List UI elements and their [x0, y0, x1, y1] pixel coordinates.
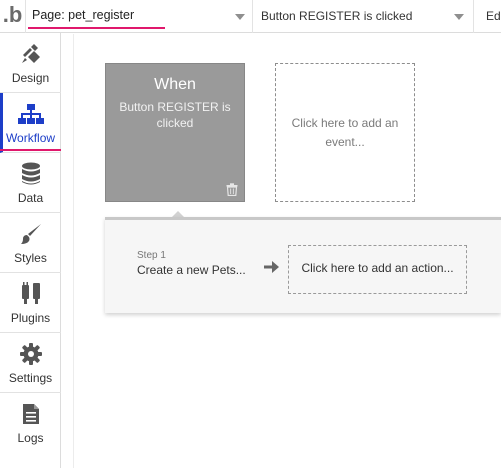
sidebar-item-label: Settings: [8, 371, 53, 385]
sidebar-item-settings[interactable]: Settings: [0, 333, 61, 393]
add-event-label: Click here to add an event...: [291, 116, 399, 149]
sidebar-item-design[interactable]: Design: [0, 33, 61, 93]
add-action-button[interactable]: Click here to add an action...: [288, 245, 467, 294]
event-card[interactable]: When Button REGISTER is clicked: [105, 63, 245, 202]
brush-icon: [0, 222, 61, 246]
sidebar-item-label: Styles: [14, 251, 47, 265]
gear-icon: [0, 342, 61, 366]
arrow-right-icon: [264, 260, 280, 274]
database-icon: [0, 162, 61, 186]
sidebar-item-label: Workflow: [5, 131, 56, 145]
sidebar-item-workflow[interactable]: Workflow: [0, 93, 61, 153]
event-selector[interactable]: Button REGISTER is clicked: [253, 0, 474, 33]
active-tab-underline: [0, 149, 61, 151]
page-selector[interactable]: Page: pet_register: [26, 0, 253, 33]
page-selector-underline: [28, 27, 165, 29]
sidebar-item-data[interactable]: Data: [0, 153, 61, 213]
plug-icon: [0, 282, 61, 306]
sidebar: Design Workflow Data Styles Plugins Sett…: [0, 33, 61, 468]
trash-icon[interactable]: [226, 183, 238, 197]
step-name: Create a new Pets...: [137, 263, 246, 277]
add-event-button[interactable]: Click here to add an event...: [275, 63, 415, 202]
chevron-down-icon: [235, 14, 245, 20]
edit-tab-label: Ed: [486, 9, 501, 23]
step-item[interactable]: Step 1 Create a new Pets...: [137, 250, 246, 277]
top-bar: .b Page: pet_register Button REGISTER is…: [0, 0, 501, 33]
sidebar-item-label: Data: [17, 191, 44, 205]
canvas-divider: [73, 34, 74, 468]
design-icon: [0, 42, 61, 66]
sidebar-item-label: Plugins: [10, 311, 51, 325]
event-card-title: When: [154, 76, 196, 93]
document-icon: [0, 402, 61, 426]
event-card-description: Button REGISTER is clicked: [119, 100, 231, 130]
sidebar-item-plugins[interactable]: Plugins: [0, 273, 61, 333]
edit-tab[interactable]: Ed: [474, 0, 501, 33]
add-action-label: Click here to add an action...: [301, 261, 454, 275]
app-logo[interactable]: .b: [0, 0, 26, 33]
step-number: Step 1: [137, 250, 166, 261]
sidebar-item-logs[interactable]: Logs: [0, 393, 61, 453]
logo-text: .b: [2, 1, 23, 27]
page-selector-label: Page: pet_register: [32, 8, 135, 22]
sidebar-item-styles[interactable]: Styles: [0, 213, 61, 273]
sidebar-item-label: Logs: [17, 431, 44, 445]
event-selector-label: Button REGISTER is clicked: [261, 9, 413, 23]
steps-panel: Step 1 Create a new Pets... Click here t…: [105, 217, 501, 313]
chevron-down-icon: [454, 14, 464, 20]
sidebar-item-label: Design: [11, 71, 50, 85]
workflow-icon: [0, 102, 61, 126]
